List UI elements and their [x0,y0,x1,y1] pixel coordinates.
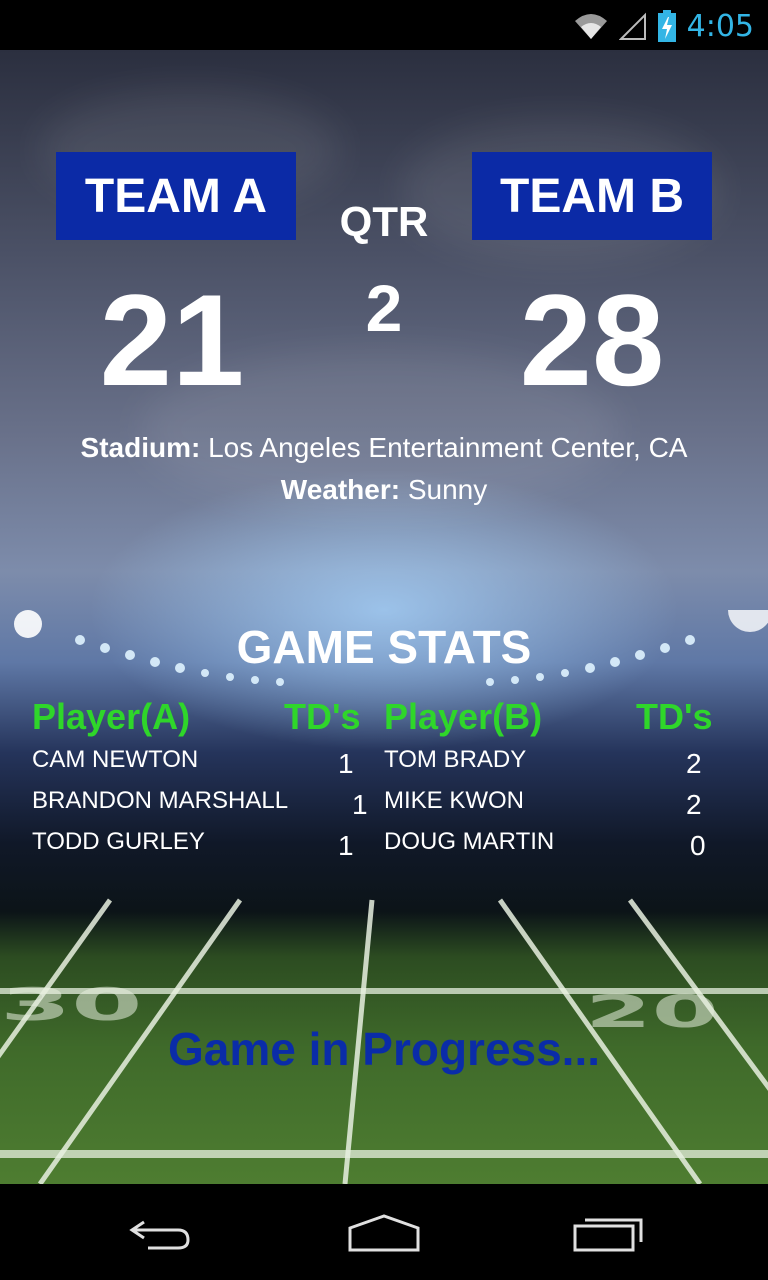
stadium-value: Los Angeles Entertainment Center, CA [200,432,688,463]
team-a-player-tds: 1 [338,748,354,779]
status-icons: 4:05 [573,6,754,46]
quarter-label: QTR [339,198,429,245]
stadium-label: Stadium: [80,432,201,463]
recent-apps-icon [573,1218,643,1252]
status-bar: 4:05 [0,0,768,50]
team-b-player-tds: 2 [686,748,702,779]
game-stats-title: GAME STATS [236,621,532,673]
game-status-message: Game in Progress... [167,1023,601,1075]
wifi-icon [574,14,607,39]
weather-info: Weather: Sunny [0,474,768,506]
battery-icon [657,10,676,42]
team-b-player-name: TOM BRADY [384,746,527,773]
back-button[interactable] [104,1204,214,1264]
td-a-header: TD's [284,696,361,737]
team-a-score: 21 [99,267,245,413]
team-a-player-tds: 1 [352,789,368,820]
player-b-header: Player(B) [384,696,543,737]
weather-label: Weather: [280,474,401,505]
scoreboard-screen: 30 20 TEAM A TEAM B QTR 2 21 28 Stadium:… [0,50,768,1184]
team-b-player-name: MIKE KWON [384,787,525,814]
player-a-header: Player(A) [32,696,191,737]
team-a-player-name: TODD GURLEY [32,828,205,855]
weather-value: Sunny [400,474,488,505]
recent-apps-button[interactable] [554,1204,664,1264]
team-b-player-name: DOUG MARTIN [384,828,555,855]
team-a-player-name: CAM NEWTON [32,746,199,773]
team-b-player-tds: 2 [686,789,702,820]
team-b-score: 28 [519,267,665,413]
team-a-player-tds: 1 [338,830,354,861]
back-icon [129,1220,190,1250]
navigation-bar [0,1184,768,1280]
signal-icon [618,12,646,40]
team-a-player-name: BRANDON MARSHALL [32,787,289,814]
td-b-header: TD's [636,696,713,737]
clock: 4:05 [686,8,754,44]
team-b-player-tds: 0 [690,830,706,861]
home-button[interactable] [329,1204,439,1264]
home-icon [348,1214,420,1252]
stadium-info: Stadium: Los Angeles Entertainment Cente… [0,432,768,464]
